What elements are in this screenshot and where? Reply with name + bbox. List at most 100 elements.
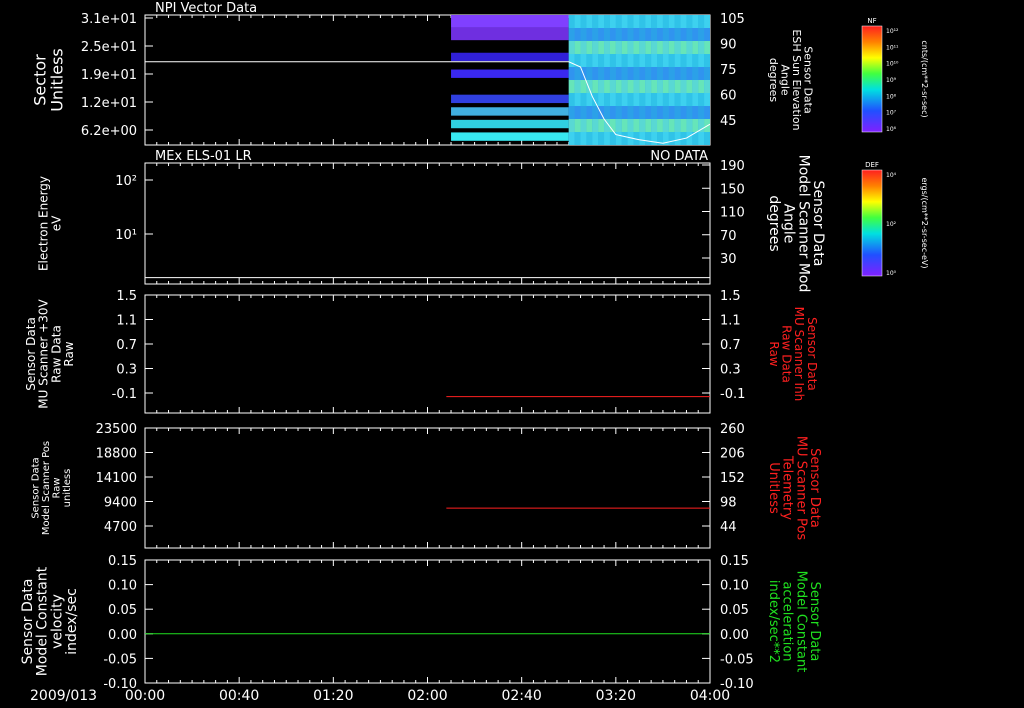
- heatmap-cell: [692, 80, 699, 93]
- heatmap-cell: [586, 106, 593, 119]
- heatmap-cell: [633, 80, 640, 93]
- heatmap-cell: [668, 28, 675, 41]
- heatmap-cell: [674, 106, 681, 119]
- heatmap-cell: [686, 28, 693, 41]
- y2-tick-label: 0.05: [720, 603, 749, 618]
- heatmap-cell: [586, 132, 593, 145]
- colorbar-tick-label: 10⁶: [886, 126, 897, 133]
- heatmap-cell: [686, 93, 693, 106]
- heatmap-cell: [698, 67, 705, 80]
- heatmap-cell: [568, 41, 575, 54]
- heatmap-cell: [615, 132, 622, 145]
- y2-tick-label: 60: [720, 89, 737, 104]
- heatmap-cell: [674, 67, 681, 80]
- heatmap-cell: [639, 28, 646, 41]
- heatmap-cell: [662, 119, 669, 132]
- heatmap-cell: [627, 28, 634, 41]
- heatmap-cell: [686, 119, 693, 132]
- heatmap-cell: [592, 15, 599, 28]
- heatmap-cell: [651, 15, 658, 28]
- heatmap-cell: [662, 54, 669, 67]
- panel-title: NPI Vector Data: [155, 1, 257, 16]
- heatmap-cell: [698, 93, 705, 106]
- heatmap-cell: [586, 67, 593, 80]
- heatmap-cell: [674, 132, 681, 145]
- heatmap-cell: [662, 41, 669, 54]
- heatmap-cell: [680, 54, 687, 67]
- heatmap-cell: [633, 93, 640, 106]
- heatmap-cell: [568, 54, 575, 67]
- heatmap-cell: [651, 28, 658, 41]
- heatmap-cell: [680, 93, 687, 106]
- y-tick-label: 18800: [96, 447, 137, 462]
- heatmap-cell: [686, 15, 693, 28]
- heatmap-cell: [451, 69, 569, 78]
- heatmap-cell: [609, 67, 616, 80]
- heatmap-cell: [586, 28, 593, 41]
- heatmap-cell: [668, 132, 675, 145]
- heatmap-cell: [604, 28, 610, 41]
- heatmap-cell: [574, 41, 581, 54]
- y-axis-label: Model Constant: [35, 566, 51, 676]
- y-axis-label: index/sec: [64, 588, 80, 655]
- heatmap-cell: [639, 106, 646, 119]
- heatmap-cell: [580, 41, 587, 54]
- heatmap-cell: [680, 80, 687, 93]
- y-tick-label: 1.9e+01: [81, 68, 137, 83]
- heatmap-cell: [621, 132, 628, 145]
- heatmap-cell: [680, 15, 687, 28]
- heatmap-cell: [668, 41, 675, 54]
- heatmap-cell: [651, 67, 658, 80]
- y2-tick-label: -0.05: [720, 652, 754, 667]
- heatmap-cell: [615, 106, 622, 119]
- heatmap-cell: [645, 41, 652, 54]
- time-tick-label: 04:00: [690, 688, 730, 704]
- heatmap-cell: [668, 54, 675, 67]
- heatmap-cell: [662, 67, 669, 80]
- y-axis-label: eV: [49, 215, 63, 231]
- heatmap-cell: [686, 41, 693, 54]
- heatmap-cell: [651, 41, 658, 54]
- heatmap-cell: [686, 67, 693, 80]
- time-tick-label: 03:20: [596, 688, 636, 704]
- heatmap-cell: [674, 80, 681, 93]
- heatmap-cell: [586, 119, 593, 132]
- heatmap-cell: [604, 41, 610, 54]
- heatmap-cell: [639, 119, 646, 132]
- y2-tick-label: 0.7: [720, 338, 741, 353]
- heatmap-cell: [621, 119, 628, 132]
- heatmap-cell: [580, 106, 587, 119]
- y-axis-label: Raw: [62, 341, 76, 366]
- heatmap-cell: [651, 119, 658, 132]
- plot-frame: [144, 427, 711, 549]
- colorbar-tick-label: 10¹¹: [886, 44, 899, 51]
- heatmap-cell: [574, 67, 581, 80]
- plot-frame: [144, 162, 711, 285]
- heatmap-cell: [645, 15, 652, 28]
- y-tick-label: 1.5: [116, 289, 137, 304]
- heatmap-cell: [657, 15, 663, 28]
- y2-tick-label: 0.00: [720, 628, 749, 643]
- y2-tick-label: 105: [720, 12, 745, 27]
- colorbar-tag: DEF: [865, 161, 879, 169]
- heatmap-cell: [580, 15, 587, 28]
- heatmap-cell: [668, 119, 675, 132]
- heatmap-cell: [692, 106, 699, 119]
- heatmap-cell: [698, 15, 705, 28]
- heatmap-cell: [574, 28, 581, 41]
- time-tick-label: 02:00: [407, 688, 447, 704]
- heatmap-cell: [574, 93, 581, 106]
- panel-note: NO DATA: [650, 149, 708, 164]
- y-axis-label: Raw: [51, 477, 62, 498]
- heatmap-cell: [651, 93, 658, 106]
- y2-tick-label: 260: [720, 422, 745, 437]
- heatmap-cell: [674, 93, 681, 106]
- heatmap-cell: [592, 67, 599, 80]
- heatmap-cell: [633, 15, 640, 28]
- y2-axis-label: Raw: [767, 341, 781, 366]
- y-tick-label: -0.05: [103, 652, 137, 667]
- heatmap-cell: [645, 106, 652, 119]
- heatmap-cell: [615, 15, 622, 28]
- heatmap-cell: [645, 28, 652, 41]
- heatmap-cell: [568, 93, 575, 106]
